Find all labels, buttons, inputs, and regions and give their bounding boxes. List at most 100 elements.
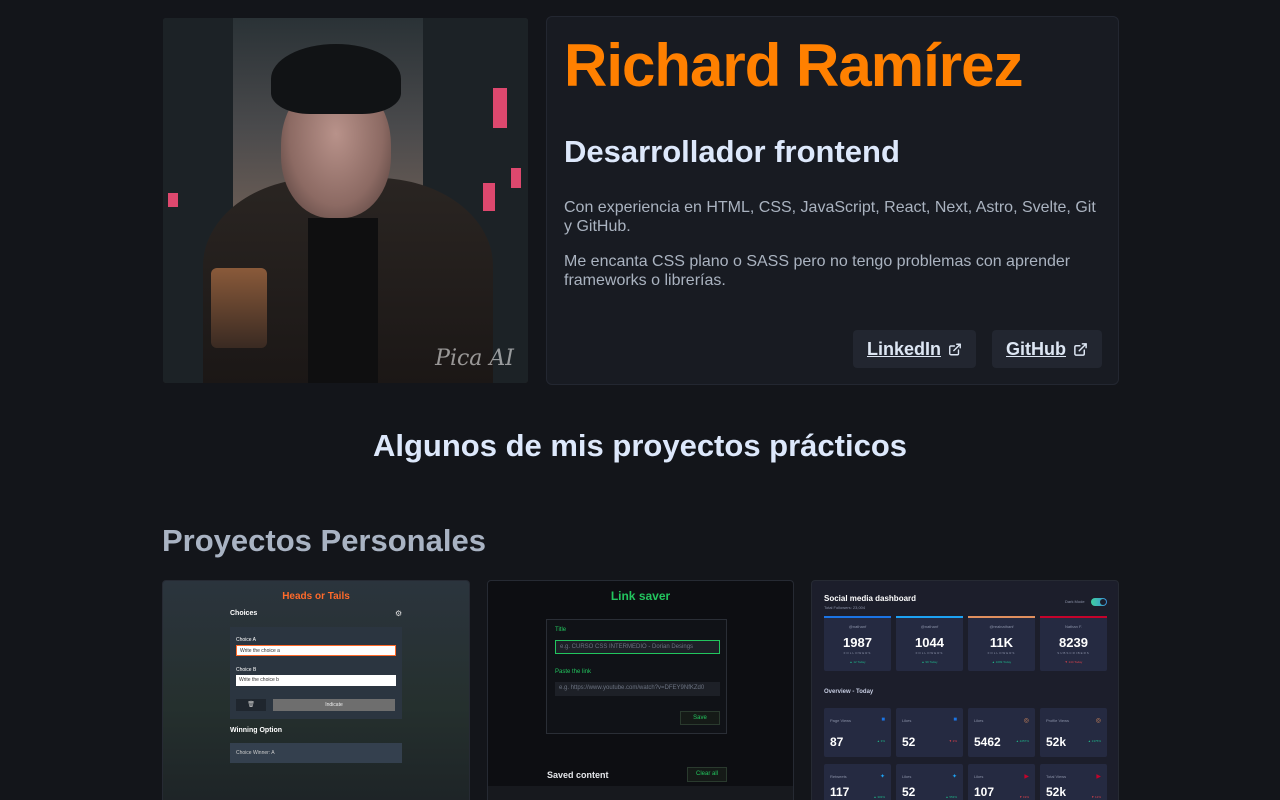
linkedin-link[interactable]: LinkedIn [853,330,976,368]
follower-label: FOLLOWERS [987,651,1016,655]
projects-section-title: Algunos de mis proyectos prácticos [372,428,908,463]
choice-a-input: Write the choice a [236,645,396,656]
profile-name: Richard Ramírez [564,32,1023,99]
follower-card: @realnathanf 11K FOLLOWERS ▲ 1099 Today [968,616,1035,671]
save-button: Save [680,711,720,725]
title-field-label: Title [555,627,567,633]
follower-change: ▲ 99 Today [921,660,938,664]
project-card-link-saver[interactable]: Link saver Title e.g. CURSO CSS INTERMED… [487,580,794,800]
overview-heading: Overview - Today [824,689,874,695]
follower-card: @nathanf 1987 FOLLOWERS ▲ 12 Today [824,616,891,671]
saved-content-area [488,786,793,800]
github-link[interactable]: GitHub [992,330,1102,368]
overview-value: 52k [1046,785,1067,799]
profile-description: Con experiencia en HTML, CSS, JavaScript… [564,199,1096,235]
photo-watermark: Pica AI [435,346,514,371]
overview-change: ▼ 19% [1019,795,1029,799]
follower-count: 11K [989,635,1014,650]
overview-label: Total Views [1046,774,1067,779]
profile-photo: Pica AI [163,18,528,383]
overview-card: Likes ▶ 107 ▼ 19% [968,764,1035,800]
link-field: e.g. https://www.youtube.com/watch?v=DFE… [555,682,720,696]
overview-card: Likes ■ 52 ▼ 2% [896,708,963,757]
winning-heading: Winning Option [230,727,283,734]
follower-handle: @nathanf [920,624,939,629]
overview-change: ▼ 12% [1091,795,1101,799]
photo-neon-light [511,168,521,188]
project-title: Link saver [610,589,671,603]
follower-count: 8239 [1059,635,1088,650]
saved-content-heading: Saved content [547,770,609,780]
overview-label: Retweets [830,774,847,779]
follower-change: ▲ 12 Today [849,660,866,664]
overview-label: Likes [974,718,984,723]
link-form: Title e.g. CURSO CSS INTERMEDIO - Dorian… [546,619,727,734]
overview-label: Page Views [830,718,852,723]
brand-bar [824,616,891,618]
overview-card: Profile Views ◎ 52k ▲ 1375% [1040,708,1107,757]
twitter-icon: ✦ [879,774,885,780]
choice-a-label: Choice A [236,637,257,643]
github-link-label: GitHub [1006,338,1066,359]
photo-neon-light [483,183,495,211]
photo-shirt [308,218,378,383]
facebook-icon: ■ [953,717,957,723]
photo-neon-light [493,88,507,128]
project-card-social-dashboard[interactable]: Social media dashboard Total Followers: … [811,580,1119,800]
overview-label: Likes [902,774,912,779]
project-card-heads-or-tails[interactable]: Heads or Tails Choices ⚙ Choice A Write … [162,580,470,800]
follower-card: @nathanf 1044 FOLLOWERS ▲ 99 Today [896,616,963,671]
overview-label: Likes [902,718,912,723]
overview-value: 107 [974,785,995,799]
overview-card: Total Views ▶ 52k ▼ 12% [1040,764,1107,800]
dark-mode-toggle [1091,598,1107,606]
overview-value: 52k [1046,735,1067,749]
choice-b-label: Choice B [236,667,257,673]
brand-bar [1040,616,1107,618]
follower-handle: @realnathanf [989,624,1014,629]
overview-value: 52 [902,785,916,799]
brand-bar [896,616,963,618]
overview-card: Retweets ✦ 117 ▲ 303% [824,764,891,800]
overview-label: Likes [974,774,984,779]
project-title: Heads or Tails [282,591,350,602]
follower-label: FOLLOWERS [843,651,872,655]
external-link-icon [1074,342,1087,356]
follower-label: SUBSCRIBERS [1057,651,1090,655]
instagram-icon: ◎ [1095,718,1101,724]
profile-card: Richard Ramírez Desarrollador frontend C… [546,16,1119,385]
instagram-icon: ◎ [1023,718,1029,724]
youtube-icon: ▶ [1096,774,1101,780]
overview-change: ▲ 1375% [1087,739,1101,743]
overview-card: Likes ◎ 5462 ▲ 2257% [968,708,1035,757]
overview-value: 5462 [974,735,1001,749]
overview-change: ▲ 2257% [1015,739,1029,743]
follower-handle: Nathan F. [1064,624,1083,629]
indicate-button: Indicate [273,699,395,711]
brand-bar [968,616,1035,618]
follower-count: 1044 [915,635,944,650]
follower-handle: @nathanf [848,624,867,629]
facebook-icon: ■ [881,717,885,723]
title-field: e.g. CURSO CSS INTERMEDIO - Dorian Desin… [555,640,720,654]
follower-label: FOLLOWERS [915,651,944,655]
overview-value: 87 [830,735,844,749]
follower-change: ▲ 1099 Today [991,660,1012,664]
overview-value: 117 [830,785,850,799]
personal-projects-title: Proyectos Personales [162,523,486,558]
profile-description: Me encanta CSS plano o SASS pero no teng… [564,253,1071,289]
overview-change: ▲ 553% [945,795,957,799]
gear-icon: ⚙ [395,609,403,618]
linkedin-link-label: LinkedIn [867,338,942,359]
clear-all-button: Clear all [687,767,727,782]
youtube-icon: ▶ [1024,774,1029,780]
follower-change: ▼ 144 Today [1064,660,1083,664]
trash-icon: 🗑 [236,699,266,711]
external-link-icon [949,343,961,355]
overview-label: Profile Views [1046,718,1070,723]
follower-count: 1987 [843,635,872,650]
choice-b-input: Write the choice b [236,675,396,686]
overview-card: Page Views ■ 87 ▲ 3% [824,708,891,757]
follower-card: Nathan F. 8239 SUBSCRIBERS ▼ 144 Today [1040,616,1107,671]
overview-value: 52 [902,735,916,749]
